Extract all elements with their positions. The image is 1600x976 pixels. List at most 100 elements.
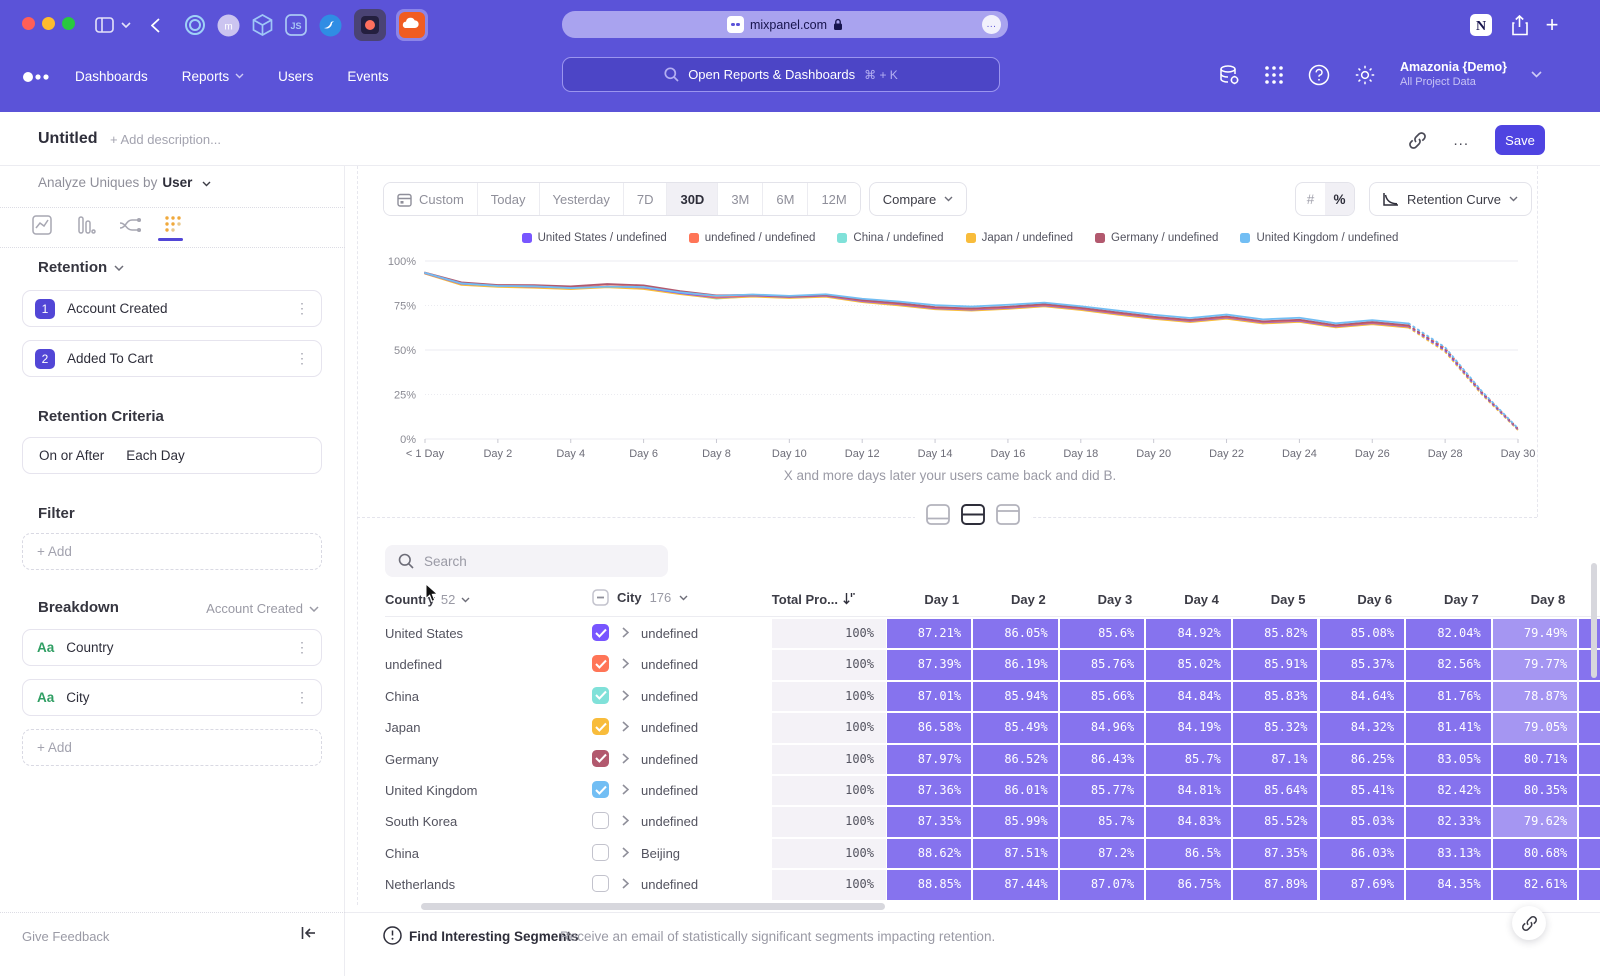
retention-cell[interactable]: 86.05%: [973, 619, 1058, 648]
settings-gear-icon[interactable]: [1354, 64, 1376, 86]
sidebar-toggle-icon[interactable]: [92, 12, 116, 38]
criteria-on-or-after[interactable]: On or After: [39, 448, 104, 463]
address-options-icon[interactable]: ...: [982, 15, 1001, 34]
row-expand-icon[interactable]: [622, 690, 629, 701]
retention-cell[interactable]: 86.19%: [973, 650, 1058, 679]
collapse-sidebar-icon[interactable]: [301, 926, 316, 940]
legend-item[interactable]: United Kingdom / undefined: [1240, 232, 1398, 244]
day-column-header[interactable]: Day 4: [1146, 592, 1219, 607]
horizontal-scrollbar[interactable]: [421, 903, 885, 910]
retention-cell[interactable]: 84.19%: [1146, 713, 1231, 742]
retention-cell[interactable]: 82.42%: [1406, 776, 1491, 805]
extension-target-icon[interactable]: [182, 12, 208, 38]
retention-cell[interactable]: 88.62%: [887, 839, 972, 868]
range-today[interactable]: Today: [478, 183, 540, 215]
retention-cell[interactable]: 79.77%: [1493, 650, 1578, 679]
retention-cell[interactable]: 84.92%: [1146, 619, 1231, 648]
find-interesting-segments-button[interactable]: Find Interesting Segments: [409, 929, 579, 944]
retention-cell[interactable]: 84.81%: [1146, 776, 1231, 805]
chart-type-dropdown[interactable]: Retention Curve: [1369, 182, 1532, 216]
zoom-window-button[interactable]: [62, 17, 75, 30]
legend-item[interactable]: undefined / undefined: [689, 232, 816, 244]
tab-funnels[interactable]: [74, 212, 98, 238]
retention-cell-clipped[interactable]: [1579, 713, 1600, 742]
row-checkbox-unchecked[interactable]: [592, 812, 609, 829]
tab-retention[interactable]: [162, 212, 186, 238]
retention-cell[interactable]: 81.76%: [1406, 682, 1491, 711]
retention-cell[interactable]: 80.71%: [1493, 745, 1578, 774]
extension-avatar-icon[interactable]: m: [215, 12, 241, 38]
project-switcher[interactable]: Amazonia {Demo} All Project Data: [1400, 60, 1507, 89]
retention-cell[interactable]: 86.75%: [1146, 870, 1231, 899]
row-checkbox-checked[interactable]: [592, 655, 609, 672]
chevron-down-icon[interactable]: [119, 12, 133, 38]
share-icon[interactable]: [1506, 12, 1532, 38]
retention-cell[interactable]: 85.08%: [1320, 619, 1405, 648]
retention-cell[interactable]: 80.68%: [1493, 839, 1578, 868]
vertical-scrollbar[interactable]: [1591, 563, 1597, 678]
retention-cell[interactable]: 84.83%: [1146, 807, 1231, 836]
range-30d[interactable]: 30D: [667, 183, 718, 215]
analyze-value[interactable]: User: [162, 175, 192, 190]
criteria-each-day[interactable]: Each Day: [126, 448, 185, 463]
retention-cell[interactable]: 86.03%: [1320, 839, 1405, 868]
extension-cloud-tile-icon[interactable]: [396, 9, 428, 41]
retention-cell[interactable]: 87.35%: [887, 807, 972, 836]
breakdown-city[interactable]: Aa City ⋮: [22, 679, 322, 716]
retention-cell[interactable]: 79.49%: [1493, 619, 1578, 648]
extension-cube-icon[interactable]: [249, 12, 275, 38]
select-all-checkbox[interactable]: [592, 589, 609, 606]
retention-cell-clipped[interactable]: [1579, 745, 1600, 774]
retention-cell[interactable]: 88.85%: [887, 870, 972, 899]
row-expand-icon[interactable]: [622, 627, 629, 638]
retention-criteria-card[interactable]: On or After Each Day: [22, 437, 322, 474]
retention-cell[interactable]: 87.07%: [1060, 870, 1145, 899]
retention-cell[interactable]: 87.21%: [887, 619, 972, 648]
row-expand-icon[interactable]: [622, 878, 629, 889]
retention-cell[interactable]: 83.13%: [1406, 839, 1491, 868]
retention-cell[interactable]: 82.33%: [1406, 807, 1491, 836]
retention-cell[interactable]: 85.76%: [1060, 650, 1145, 679]
retention-cell[interactable]: 85.66%: [1060, 682, 1145, 711]
day-column-header[interactable]: Day 6: [1320, 592, 1393, 607]
row-expand-icon[interactable]: [622, 784, 629, 795]
retention-cell[interactable]: 85.83%: [1233, 682, 1318, 711]
retention-cell[interactable]: 85.82%: [1233, 619, 1318, 648]
retention-cell[interactable]: 85.77%: [1060, 776, 1145, 805]
retention-cell[interactable]: 82.04%: [1406, 619, 1491, 648]
day-column-header[interactable]: Day 7: [1406, 592, 1479, 607]
legend-item[interactable]: United States / undefined: [522, 232, 667, 244]
retention-cell[interactable]: 85.91%: [1233, 650, 1318, 679]
nav-link-users[interactable]: Users: [278, 62, 313, 90]
row-checkbox-unchecked[interactable]: [592, 844, 609, 861]
retention-cell[interactable]: 87.39%: [887, 650, 972, 679]
give-feedback-link[interactable]: Give Feedback: [22, 929, 109, 944]
extension-record-tile-icon[interactable]: [354, 9, 386, 41]
new-tab-icon[interactable]: +: [1540, 12, 1564, 38]
retention-cell[interactable]: 85.41%: [1320, 776, 1405, 805]
data-management-icon[interactable]: [1218, 64, 1240, 86]
global-search-button[interactable]: Open Reports & Dashboards ⌘ + K: [562, 57, 1000, 92]
retention-cell[interactable]: 86.43%: [1060, 745, 1145, 774]
row-checkbox-checked[interactable]: [592, 687, 609, 704]
retention-cell[interactable]: 80.35%: [1493, 776, 1578, 805]
close-window-button[interactable]: [22, 17, 35, 30]
analyze-uniques-row[interactable]: Analyze Uniques byUser: [38, 175, 211, 190]
retention-cell[interactable]: 85.64%: [1233, 776, 1318, 805]
retention-cell[interactable]: 86.52%: [973, 745, 1058, 774]
retention-cell[interactable]: 87.89%: [1233, 870, 1318, 899]
range-6m[interactable]: 6M: [763, 183, 808, 215]
retention-cell[interactable]: 87.44%: [973, 870, 1058, 899]
legend-item[interactable]: Germany / undefined: [1095, 232, 1218, 244]
notion-extension-icon[interactable]: N: [1468, 12, 1494, 38]
add-description-field[interactable]: + Add description...: [110, 132, 221, 147]
retention-cell[interactable]: 87.51%: [973, 839, 1058, 868]
retention-cell[interactable]: 85.37%: [1320, 650, 1405, 679]
breakdown-add-button[interactable]: + Add: [22, 729, 322, 766]
breakdown-country-menu-icon[interactable]: ⋮: [295, 639, 309, 656]
row-expand-icon[interactable]: [622, 721, 629, 732]
count-toggle[interactable]: #: [1296, 183, 1325, 215]
nav-link-reports[interactable]: Reports: [182, 62, 244, 90]
retention-cell[interactable]: 85.7%: [1146, 745, 1231, 774]
day-column-header[interactable]: Day 2: [973, 592, 1046, 607]
